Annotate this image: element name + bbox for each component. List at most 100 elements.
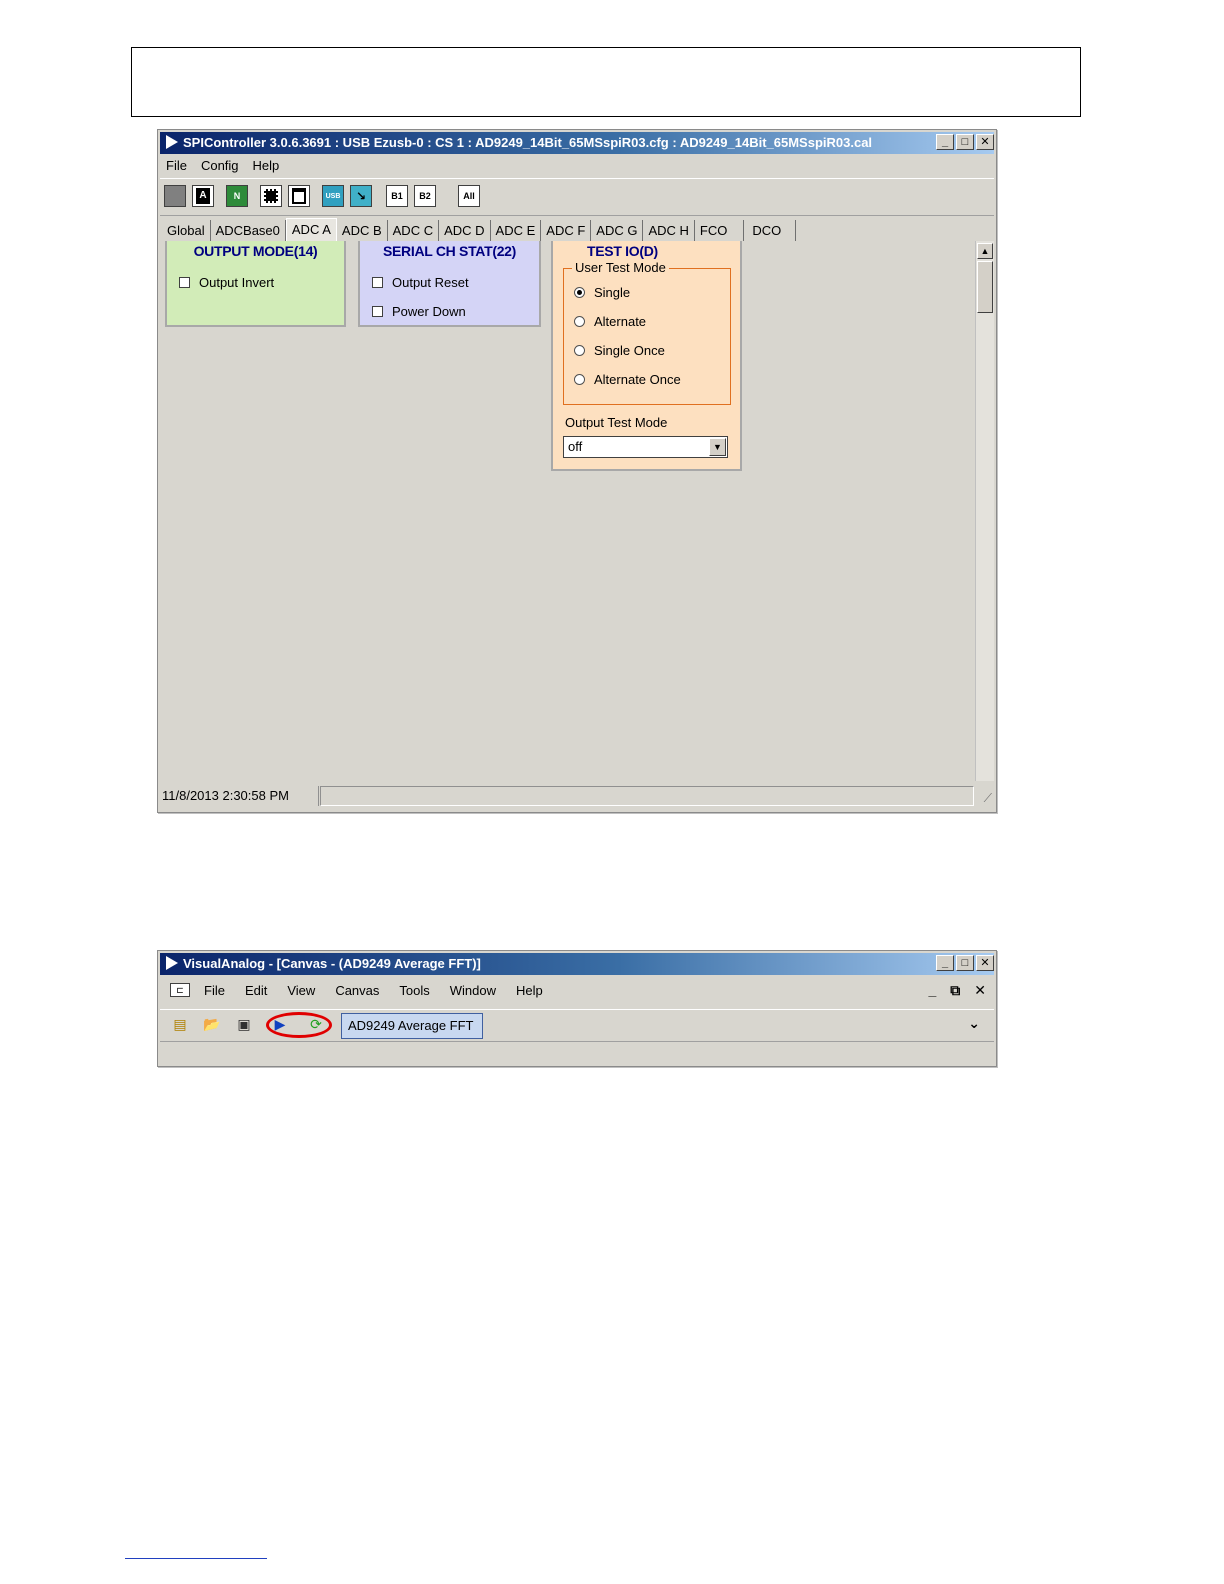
register-icon[interactable]: [288, 185, 310, 207]
output-test-mode-select[interactable]: off ▼: [563, 436, 728, 458]
menu-tools[interactable]: Tools: [399, 983, 429, 998]
menu-file[interactable]: File: [166, 158, 187, 173]
highlight-circle: [266, 1012, 332, 1038]
status-panel: [320, 786, 974, 806]
va-status-bar: [160, 1041, 994, 1064]
close-icon[interactable]: ✕: [976, 134, 994, 150]
tab-global[interactable]: Global: [162, 220, 211, 242]
menu-file[interactable]: File: [204, 983, 225, 998]
spi-title: SPIController 3.0.6.3691 : USB Ezusb-0 :…: [183, 135, 873, 150]
all-button[interactable]: All: [458, 185, 480, 207]
tab-dco[interactable]: DCO: [744, 220, 797, 242]
menu-help[interactable]: Help: [516, 983, 543, 998]
menu-window[interactable]: Window: [450, 983, 496, 998]
n-icon[interactable]: N: [226, 185, 248, 207]
graph-icon[interactable]: ↘: [350, 185, 372, 207]
radio-alternate[interactable]: Alternate: [574, 312, 646, 330]
mdi-restore-icon[interactable]: ⧉: [950, 982, 960, 999]
scroll-up-icon[interactable]: ▲: [977, 243, 993, 259]
maximize-icon[interactable]: □: [956, 955, 974, 971]
menu-view[interactable]: View: [287, 983, 315, 998]
minimize-icon[interactable]: _: [936, 955, 954, 971]
user-test-mode-group: User Test Mode Single Alternate Single O…: [563, 260, 731, 405]
tab-content-area: OUTPUT MODE(14) Output Invert SERIAL CH …: [162, 241, 968, 781]
tab-adc-d[interactable]: ADC D: [439, 220, 491, 242]
tab-adc-c[interactable]: ADC C: [388, 220, 440, 242]
power-down-label: Power Down: [392, 303, 466, 319]
usb-icon[interactable]: USB: [322, 185, 344, 207]
serial-ch-stat-panel: SERIAL CH STAT(22) Output Reset Power Do…: [358, 241, 541, 327]
output-invert-label: Output Invert: [199, 274, 275, 290]
test-io-panel: TEST IO(D) User Test Mode Single Alterna…: [551, 241, 742, 471]
vertical-scrollbar[interactable]: ▲: [975, 241, 994, 781]
menu-edit[interactable]: Edit: [245, 983, 267, 998]
tab-adc-b[interactable]: ADC B: [337, 220, 388, 242]
output-invert-checkbox[interactable]: Output Invert: [179, 273, 344, 291]
resize-grip-icon[interactable]: ⟋: [984, 791, 992, 806]
tab-adc-f[interactable]: ADC F: [541, 220, 592, 242]
chip-lock-icon[interactable]: A: [192, 185, 214, 207]
minimize-icon[interactable]: _: [936, 134, 954, 150]
va-title-bar[interactable]: VisualAnalog - [Canvas - (AD9249 Average…: [160, 953, 994, 975]
n-icon-label: N: [233, 191, 241, 201]
status-timestamp: 11/8/2013 2:30:58 PM: [160, 786, 319, 806]
chip-icon[interactable]: [260, 185, 282, 207]
app-logo-icon: [166, 135, 178, 150]
test-io-title: TEST IO(D): [587, 243, 658, 259]
radio-single-once-label: Single Once: [594, 342, 665, 358]
tab-adcbase0[interactable]: ADCBase0: [211, 220, 286, 242]
spi-title-bar[interactable]: SPIController 3.0.6.3691 : USB Ezusb-0 :…: [160, 132, 994, 154]
menu-config[interactable]: Config: [201, 158, 239, 173]
all-label: All: [463, 191, 475, 201]
chevron-down-icon[interactable]: ⌄: [968, 1015, 980, 1032]
output-mode-panel: OUTPUT MODE(14) Output Invert: [165, 241, 346, 327]
b1-button[interactable]: B1: [386, 185, 408, 207]
output-reset-checkbox[interactable]: Output Reset: [372, 273, 539, 291]
chevron-down-icon[interactable]: ▼: [709, 438, 726, 456]
spi-menubar: File Config Help: [160, 155, 994, 175]
save-icon[interactable]: ▣: [234, 1015, 254, 1033]
radio-single-label: Single: [594, 284, 631, 300]
va-title: VisualAnalog - [Canvas - (AD9249 Average…: [183, 956, 481, 971]
b2-label: B2: [419, 191, 431, 201]
tab-fco[interactable]: FCO: [695, 220, 745, 242]
radio-icon: [574, 373, 585, 385]
scroll-thumb[interactable]: [977, 261, 993, 313]
spi-status-bar: 11/8/2013 2:30:58 PM ⟋: [160, 784, 994, 808]
open-folder-icon[interactable]: 📂: [202, 1015, 222, 1033]
checkbox-icon: [179, 276, 190, 288]
menu-help[interactable]: Help: [253, 158, 280, 173]
close-icon[interactable]: ✕: [976, 955, 994, 971]
new-canvas-icon[interactable]: ▤: [170, 1015, 190, 1033]
app-logo-icon: [166, 956, 178, 971]
menu-canvas[interactable]: Canvas: [335, 983, 379, 998]
tab-adc-h[interactable]: ADC H: [643, 220, 695, 242]
canvas-window-icon[interactable]: ⊏: [170, 983, 190, 997]
b2-button[interactable]: B2: [414, 185, 436, 207]
mdi-controls: _ ⧉ ✕: [928, 982, 986, 999]
adc-tabs: Global ADCBase0 ADC A ADC B ADC C ADC D …: [162, 218, 797, 242]
tab-adc-e[interactable]: ADC E: [491, 220, 542, 242]
usb-icon-label: USB: [325, 192, 341, 200]
output-reset-label: Output Reset: [392, 274, 469, 290]
output-test-mode-label: Output Test Mode: [565, 415, 668, 430]
radio-alternate-label: Alternate: [594, 313, 647, 329]
visualanalog-window: VisualAnalog - [Canvas - (AD9249 Average…: [157, 950, 997, 1067]
b1-label: B1: [391, 191, 403, 201]
maximize-icon[interactable]: □: [956, 134, 974, 150]
tab-adc-g[interactable]: ADC G: [591, 220, 644, 242]
serial-ch-stat-title: SERIAL CH STAT(22): [382, 243, 517, 259]
radio-icon: [574, 344, 585, 356]
stop-icon[interactable]: [164, 185, 186, 207]
checkbox-icon: [372, 305, 383, 317]
mdi-minimize-icon[interactable]: _: [928, 982, 936, 999]
mdi-close-icon[interactable]: ✕: [974, 982, 986, 999]
checkbox-icon: [372, 276, 383, 288]
canvas-tab-button[interactable]: AD9249 Average FFT: [341, 1013, 483, 1039]
power-down-checkbox[interactable]: Power Down: [372, 302, 539, 320]
radio-alternate-once[interactable]: Alternate Once: [574, 370, 681, 388]
spi-window-controls: _ □ ✕: [936, 134, 994, 150]
radio-single[interactable]: Single: [574, 283, 630, 301]
tab-adc-a[interactable]: ADC A: [285, 218, 337, 241]
radio-single-once[interactable]: Single Once: [574, 341, 665, 359]
